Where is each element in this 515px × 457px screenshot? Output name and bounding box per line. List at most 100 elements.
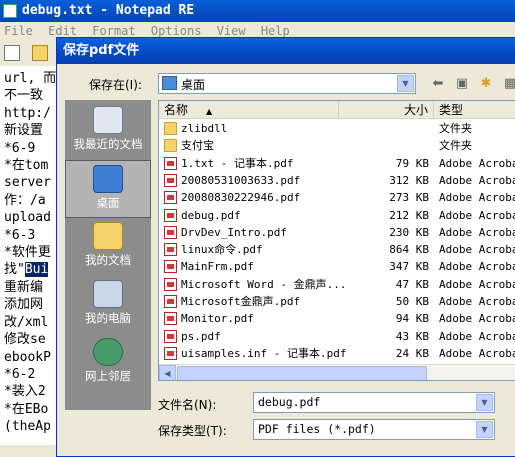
filetype-select[interactable]: PDF files (*.pdf) ▼ bbox=[253, 419, 495, 440]
file-row[interactable]: MainFrm.pdf 347 KB Adobe Acrobat bbox=[159, 258, 515, 275]
menu-help[interactable]: Help bbox=[261, 24, 290, 38]
file-row[interactable]: uisamples.inf - 记事本.pdf 24 KB Adobe Acroba… bbox=[159, 345, 515, 362]
my-documents-icon bbox=[93, 222, 123, 250]
notepad-text-area[interactable]: url, 而不一致 http:/ 新设置 *6-9 *在tom server 作：/a upl… bbox=[0, 66, 56, 445]
places-bar: 我最近的文档 桌面 我的文档 我的电脑 网上邻居 bbox=[65, 100, 151, 410]
file-row[interactable]: linux命令.pdf 864 KB Adobe Acrobat bbox=[159, 241, 515, 258]
place-network[interactable]: 网上邻居 bbox=[65, 334, 151, 392]
file-row[interactable]: Microsoft Word - 金鼎声... 47 KB Adobe Acroba… bbox=[159, 276, 515, 293]
sort-up-icon: ▲ bbox=[206, 107, 213, 116]
file-size: 312 KB bbox=[389, 173, 429, 187]
place-my-documents[interactable]: 我的文档 bbox=[65, 218, 151, 276]
file-list[interactable]: 名称 ▲ 大小 类型 zlibdll 文件夹 支付宝 文件夹 1.txt - 记事本.pd… bbox=[158, 100, 515, 381]
text-line: 作：/a bbox=[4, 192, 46, 208]
text-line: *在tom bbox=[4, 158, 49, 174]
file-type: Adobe Acrobat bbox=[439, 295, 515, 308]
column-size[interactable]: 大小 bbox=[339, 101, 434, 119]
save-in-label: 保存在(I): bbox=[89, 78, 142, 92]
pdf-file-icon bbox=[164, 208, 177, 222]
menu-options[interactable]: Options bbox=[151, 24, 202, 38]
file-row[interactable]: 20080531003633.pdf 312 KB Adobe Acrobat bbox=[159, 172, 515, 189]
file-name: uisamples.inf - 记事本.pdf bbox=[181, 346, 347, 360]
file-type: Adobe Acrobat bbox=[439, 156, 515, 170]
file-row[interactable]: Microsoft金鼎声.pdf 50 KB Adobe Acrobat bbox=[159, 293, 515, 310]
up-folder-icon[interactable]: ▣ bbox=[453, 75, 471, 93]
text-line: 重新编 bbox=[4, 279, 44, 295]
filename-input[interactable]: debug.pdf ▼ bbox=[253, 392, 495, 413]
pdf-file-icon bbox=[164, 260, 177, 274]
pdf-file-icon bbox=[164, 295, 177, 308]
text-line: 修改se bbox=[4, 332, 46, 348]
save-in-value: 桌面 bbox=[181, 78, 206, 92]
new-folder-icon[interactable]: ✱ bbox=[477, 75, 495, 93]
place-label: 桌面 bbox=[96, 196, 120, 210]
file-name: Monitor.pdf bbox=[181, 312, 254, 326]
file-type: Adobe Acrobat bbox=[439, 208, 515, 222]
scrollbar-thumb[interactable] bbox=[177, 366, 427, 380]
file-size: 50 KB bbox=[395, 295, 429, 308]
file-name: zlibdll bbox=[181, 122, 228, 135]
text-line: *软件更 bbox=[4, 245, 51, 261]
folder-icon bbox=[164, 139, 177, 153]
scroll-left-icon[interactable]: ◀ bbox=[159, 365, 176, 380]
recent-documents-icon bbox=[93, 106, 123, 134]
horizontal-scrollbar[interactable]: ◀ bbox=[159, 364, 515, 380]
notepad-app-icon bbox=[3, 4, 17, 18]
file-name: 20080830222946.pdf bbox=[181, 191, 301, 205]
place-recent-documents[interactable]: 我最近的文档 bbox=[65, 102, 151, 160]
column-type[interactable]: 类型 bbox=[434, 101, 515, 119]
file-row[interactable]: 1.txt - 记事本.pdf 79 KB Adobe Acrobat bbox=[159, 155, 515, 172]
open-folder-icon[interactable] bbox=[32, 45, 48, 61]
text-line: ebookP bbox=[4, 349, 51, 365]
place-label: 我的电脑 bbox=[85, 311, 131, 325]
file-row[interactable]: 20080830222946.pdf 273 KB Adobe Acrobat bbox=[159, 189, 515, 206]
file-row[interactable]: Monitor.pdf 94 KB Adobe Acrobat bbox=[159, 310, 515, 327]
place-desktop[interactable]: 桌面 bbox=[65, 160, 151, 218]
column-name[interactable]: 名称 ▲ bbox=[159, 101, 339, 119]
pdf-file-icon bbox=[164, 312, 177, 326]
notepad-toolbar bbox=[0, 40, 60, 66]
file-type: 文件夹 bbox=[439, 122, 472, 135]
text-line: http:/ bbox=[4, 105, 51, 121]
notepad-title-bar: debug.txt - Notepad RE bbox=[0, 0, 515, 22]
menu-file[interactable]: File bbox=[4, 24, 33, 38]
filename-label: 文件名(N): bbox=[158, 398, 217, 412]
new-file-icon[interactable] bbox=[4, 45, 20, 61]
pdf-file-icon bbox=[164, 156, 177, 170]
file-type: 文件夹 bbox=[439, 139, 472, 153]
file-size: 94 KB bbox=[395, 312, 429, 326]
file-row[interactable]: 支付宝 文件夹 bbox=[159, 137, 515, 154]
text-line: 新设置 bbox=[4, 123, 44, 139]
file-type: Adobe Acrobat bbox=[439, 329, 515, 343]
file-name: 支付宝 bbox=[181, 139, 214, 153]
text-line: *6-9 bbox=[4, 140, 36, 156]
file-type: Adobe Acrobat bbox=[439, 173, 515, 187]
text-line: server bbox=[4, 175, 51, 191]
view-menu-icon[interactable]: ▦ bbox=[501, 75, 515, 93]
menu-view[interactable]: View bbox=[217, 24, 246, 38]
file-row[interactable]: DrvDev_Intro.pdf 230 KB Adobe Acrobat bbox=[159, 224, 515, 241]
back-arrow-icon[interactable]: ⬅ bbox=[429, 75, 447, 93]
file-type: Adobe Acrobat bbox=[439, 346, 515, 360]
chevron-down-icon[interactable]: ▼ bbox=[397, 75, 414, 92]
file-type: Adobe Acrobat bbox=[439, 277, 515, 291]
file-row[interactable]: zlibdll 文件夹 bbox=[159, 120, 515, 137]
file-name: 20080531003633.pdf bbox=[181, 173, 301, 187]
file-size: 79 KB bbox=[395, 156, 429, 170]
file-name: MainFrm.pdf bbox=[181, 260, 254, 274]
menu-format[interactable]: Format bbox=[92, 24, 135, 38]
file-list-header: 名称 ▲ 大小 类型 bbox=[159, 101, 515, 119]
chevron-down-icon[interactable]: ▼ bbox=[476, 394, 493, 411]
file-row[interactable]: ps.pdf 43 KB Adobe Acrobat bbox=[159, 328, 515, 345]
file-size: 347 KB bbox=[389, 260, 429, 274]
text-line: url, 而 bbox=[4, 71, 56, 86]
place-my-computer[interactable]: 我的电脑 bbox=[65, 276, 151, 334]
chevron-down-icon[interactable]: ▼ bbox=[476, 421, 493, 438]
file-row[interactable]: debug.pdf 212 KB Adobe Acrobat bbox=[159, 207, 515, 224]
save-in-combo[interactable]: 桌面 ▼ bbox=[158, 73, 416, 94]
file-name: ps.pdf bbox=[181, 329, 221, 343]
save-pdf-dialog: 保存pdf文件 保存在(I): 桌面 ▼ ⬅ ▣ ✱ ▦ 我最近的文档 桌面 我… bbox=[56, 37, 515, 457]
text-line: *6-3 bbox=[4, 227, 36, 243]
menu-edit[interactable]: Edit bbox=[48, 24, 77, 38]
pdf-file-icon bbox=[164, 225, 177, 239]
